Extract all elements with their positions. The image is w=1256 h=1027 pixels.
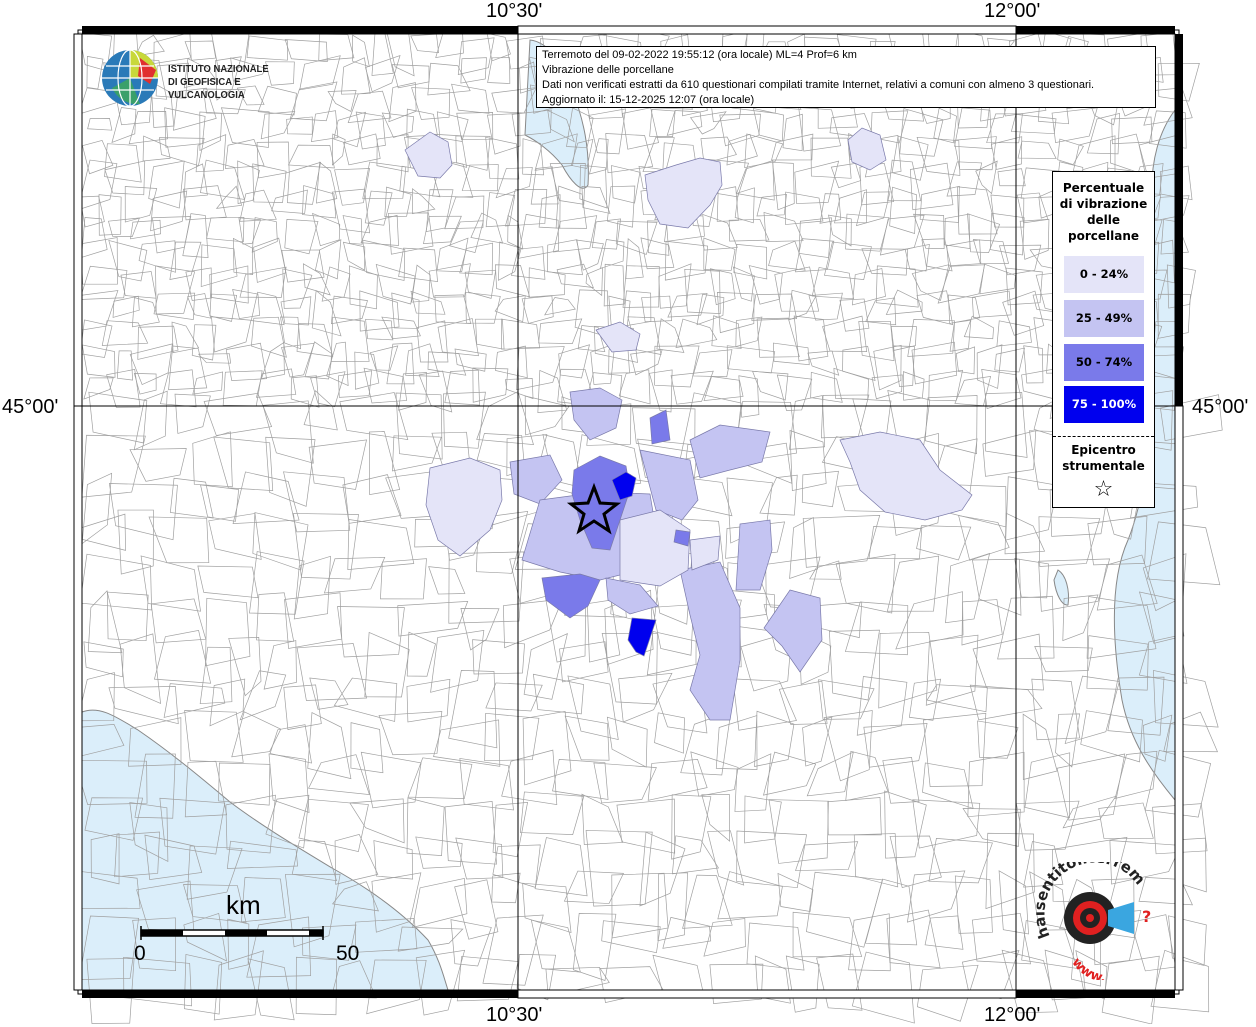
legend-class-0-24: 0 - 24% <box>1064 256 1144 293</box>
municipality-polygon <box>569 387 623 441</box>
institute-name-line2: DI GEOFISICA E VULCANOLOGIA <box>168 76 245 101</box>
scale-bar: km 0 50 <box>130 890 370 970</box>
scale-end: 50 <box>336 942 360 965</box>
legend-title-line: Percentuale <box>1062 181 1145 195</box>
municipality-polygon <box>839 431 973 521</box>
data-note: Dati non verificati estratti da 610 ques… <box>542 79 1095 91</box>
institute-name-line1: ISTITUTO NAZIONALE <box>168 63 269 75</box>
lagoon <box>1053 569 1069 606</box>
municipality-polygon <box>735 519 773 591</box>
institute-name: ISTITUTO NAZIONALE DI GEOFISICA E VULCAN… <box>168 63 305 102</box>
legend-separator <box>1053 436 1154 437</box>
legend-epicenter-line: strumentale <box>1062 459 1145 473</box>
lat-label-right: 45°00' <box>1192 396 1249 418</box>
legend-class-50-74: 50 - 74% <box>1064 344 1144 381</box>
lon-label-top-right: 12°00' <box>984 0 1041 22</box>
municipality-polygon <box>425 457 503 557</box>
municipality-polygon <box>679 561 741 721</box>
municipality-polygon <box>619 509 691 587</box>
question-icon: ? <box>1142 907 1151 926</box>
hsit-prefix-text: www. <box>1069 955 1107 986</box>
event-info-box: Terremoto del 09-02-2022 19:55:12 (ora l… <box>536 46 1156 108</box>
legend-epicenter-label: Epicentro strumentale <box>1053 442 1154 474</box>
event-title: Terremoto del 09-02-2022 19:55:12 (ora l… <box>542 49 857 61</box>
scale-unit: km <box>226 890 261 920</box>
legend-title-line: di vibrazione <box>1059 197 1148 211</box>
lon-label-top-left: 10°30' <box>486 0 543 22</box>
globe-icon <box>102 49 158 107</box>
legend-epicenter-line: Epicentro <box>1071 443 1136 457</box>
scale-start: 0 <box>134 942 146 965</box>
legend-title-line: delle <box>1086 213 1121 227</box>
legend-class-75-100: 75 - 100% <box>1064 386 1144 423</box>
star-icon: ☆ <box>1093 477 1114 502</box>
ingv-logo: ISTITUTO NAZIONALE DI GEOFISICA E VULCAN… <box>100 48 320 110</box>
scale-bar-graphic <box>140 926 324 940</box>
legend-title: Percentuale di vibrazione delle porcella… <box>1053 180 1154 244</box>
municipality-polygon <box>763 589 823 673</box>
legend: Percentuale di vibrazione delle porcella… <box>1052 171 1155 508</box>
svg-text:www.: www. <box>1069 955 1107 980</box>
municipality-polygon <box>541 573 601 619</box>
target-icon: haisentitoilterremoto.it www. ? <box>1030 848 1151 986</box>
map-parameter: Vibrazione delle porcellane <box>542 64 674 76</box>
municipality-polygon <box>627 617 657 657</box>
legend-title-line: porcellane <box>1067 229 1139 243</box>
legend-class-25-49: 25 - 49% <box>1064 300 1144 337</box>
update-timestamp: Aggiornato il: 15-12-2025 12:07 (ora loc… <box>542 94 755 106</box>
lat-label-left: 45°00' <box>2 396 59 418</box>
hsit-logo: haisentitoilterremoto.it www. ? <box>1030 848 1164 986</box>
municipality-polygon <box>649 409 671 445</box>
